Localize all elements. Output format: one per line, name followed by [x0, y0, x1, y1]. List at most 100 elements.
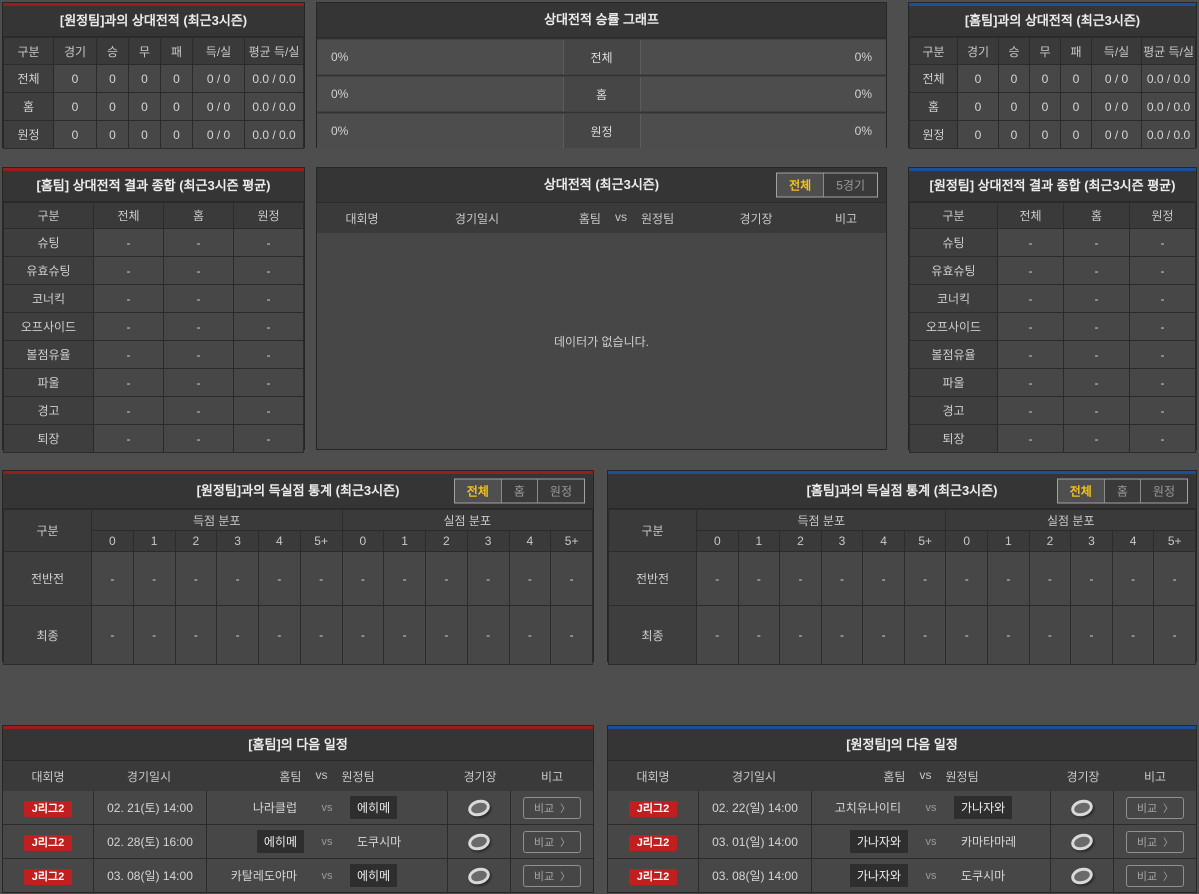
value-cell: 0 [1060, 120, 1092, 149]
value-cell: - [997, 256, 1064, 285]
datetime-cell: 02. 21(토) 14:00 [93, 791, 206, 824]
stadium-cell [1050, 825, 1113, 858]
stadium-icon [1069, 796, 1095, 819]
tab-all[interactable]: 전체 [454, 479, 501, 503]
compare-button[interactable]: 비교 〉 [1125, 864, 1185, 887]
panel-title: 상대전적 승률 그래프 [317, 3, 886, 38]
header-cell: 4 [508, 530, 552, 552]
tab-away[interactable]: 원정 [1139, 479, 1187, 503]
compare-button[interactable]: 비교 〉 [1125, 796, 1185, 819]
value-cell: 0 [1029, 64, 1061, 93]
value-cell: - [383, 605, 426, 665]
panel-titlebar: [원정팀]과의 득실점 통계 (최근3시즌) 전체 홈 원정 [3, 474, 593, 509]
stadium-cell [447, 791, 510, 824]
table-row: 볼점유율 - - - [909, 340, 1196, 369]
tab-all[interactable]: 전체 [1057, 479, 1104, 503]
header-cell: 평균 득/실 [244, 37, 304, 65]
table-row: 퇴장 - - - [3, 424, 304, 453]
home-team: 가나자와 [849, 830, 908, 853]
tab-home[interactable]: 홈 [1103, 479, 1140, 503]
panel-title: [홈팀]과의 득실점 통계 (최근3시즌) [806, 483, 998, 498]
row-label: 유효슈팅 [3, 256, 94, 285]
value-cell: - [233, 312, 304, 341]
value-cell: - [163, 424, 234, 453]
note-cell: 비교 〉 [1113, 859, 1196, 892]
vs-label: vs [925, 835, 937, 848]
note-cell: 비교 〉 [1113, 825, 1196, 858]
schedule-row: J리그2 02. 21(토) 14:00 나라클럽 vs 에히메 비교 〉 [3, 791, 593, 824]
row-label: 유효슈팅 [909, 256, 998, 285]
percent-value: 0% [331, 50, 349, 64]
chevron-right-icon: 〉 [1163, 872, 1174, 883]
winrate-row: 0% 홈 0% [317, 75, 886, 112]
value-cell: - [163, 396, 234, 425]
value-cell: - [1063, 368, 1130, 397]
venue-tab-group: 전체 홈 원정 [1056, 478, 1188, 504]
value-cell: 0 [96, 92, 129, 121]
table-row: 슈팅 - - - [3, 228, 304, 257]
row-label: 홈 [909, 92, 958, 121]
row-label: 슈팅 [909, 228, 998, 257]
value-cell: - [341, 605, 385, 665]
compare-button[interactable]: 비교 〉 [522, 796, 582, 819]
header-cell: 5+ [1153, 530, 1196, 552]
stadium-icon [466, 796, 492, 819]
vs-label: vs [925, 869, 937, 882]
value-cell: - [1129, 256, 1196, 285]
panel-home-schedule: [홈팀]의 다음 일정 대회명 경기일시 홈팀 vs 원정팀 경기장 비고 J리… [2, 725, 594, 893]
header-cell: 3 [216, 530, 259, 552]
compare-label: 비교 [1136, 836, 1158, 849]
compare-button[interactable]: 비교 〉 [522, 864, 582, 887]
value-cell: - [1063, 340, 1130, 369]
value-cell: - [93, 424, 164, 453]
table-row: 파울 - - - [3, 368, 304, 397]
group-header-conceded: 실점 분포 [945, 509, 1196, 531]
tab-5games[interactable]: 5경기 [823, 173, 877, 197]
value-cell: - [93, 396, 164, 425]
row-label: 파울 [3, 368, 94, 397]
header-cell: 평균 득/실 [1141, 37, 1196, 65]
value-cell: 0 / 0 [1091, 64, 1142, 93]
col-match: 홈팀 vs 원정팀 [205, 768, 449, 785]
chevron-right-icon: 〉 [1163, 804, 1174, 815]
table-row: 코너킥 - - - [909, 284, 1196, 313]
value-cell: 0 [96, 64, 129, 93]
compare-button[interactable]: 비교 〉 [522, 830, 582, 853]
home-team: 에히메 [256, 830, 304, 853]
value-cell: 0 [53, 92, 97, 121]
value-cell: 0 [128, 64, 161, 93]
col-datetime: 경기일시 [126, 769, 172, 784]
tab-all[interactable]: 전체 [777, 173, 824, 197]
datetime-cell: 03. 08(일) 14:00 [698, 859, 811, 892]
value-cell: - [1129, 424, 1196, 453]
value-cell: 0 [998, 64, 1030, 93]
value-cell: - [1063, 424, 1130, 453]
panel-home-h2h: [홈팀]과의 상대전적 (최근3시즌) 구분 경기 승 무 패 득/실 평균 득… [908, 2, 1197, 149]
col-home: 홈팀 [578, 211, 601, 226]
row-label: 볼점유율 [909, 340, 998, 369]
winrate-bar-away-side: 0% [640, 114, 886, 148]
tab-home[interactable]: 홈 [500, 479, 537, 503]
header-cell: 구분 [3, 37, 54, 65]
value-cell: - [987, 605, 1030, 665]
chevron-right-icon: 〉 [560, 872, 571, 883]
tab-away[interactable]: 원정 [536, 479, 584, 503]
value-cell: 0 [160, 64, 193, 93]
home-team: 가나자와 [849, 864, 908, 887]
value-cell: - [997, 396, 1064, 425]
header-cell: 원정 [1129, 202, 1196, 229]
panel-home-goal-stats: [홈팀]과의 득실점 통계 (최근3시즌) 전체 홈 원정 구분 득점 분포 실… [607, 470, 1197, 665]
header-cell: 0 [945, 530, 989, 552]
away-team: 도쿠시마 [357, 835, 402, 849]
league-badge: J리그2 [628, 834, 678, 851]
away-team: 카마타마레 [961, 835, 1017, 849]
table-row: 홈 0 0 0 0 0 / 0 0.0 / 0.0 [3, 92, 304, 121]
col-home: 홈팀 [883, 769, 906, 784]
compare-label: 비교 [1136, 870, 1158, 883]
compare-button[interactable]: 비교 〉 [1125, 830, 1185, 853]
value-cell: 0 / 0 [192, 120, 245, 149]
league-cell: J리그2 [608, 868, 698, 885]
away-goal-stats-table: 구분 득점 분포 실점 분포 0 1 2 3 4 5+ 0 1 2 3 4 5+ 전반전 -----… [3, 509, 593, 665]
value-cell: 0 / 0 [192, 64, 245, 93]
value-cell: - [258, 551, 301, 606]
